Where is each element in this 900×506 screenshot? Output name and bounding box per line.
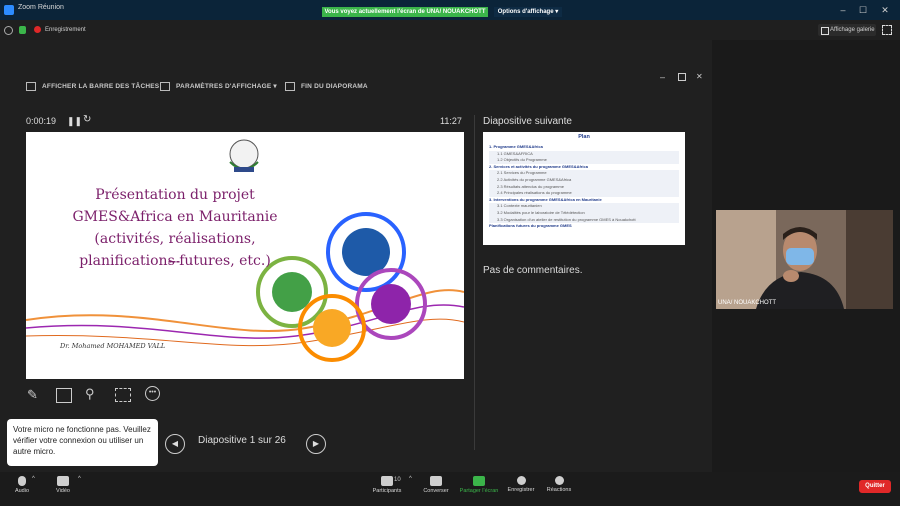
leave-meeting-button[interactable]: Quitter: [859, 480, 891, 493]
plan-item: 2. Services et activités du programme GM…: [489, 163, 588, 169]
next-slide-heading: Plan: [578, 134, 590, 140]
slide-author: Dr. Mohamed MOHAMED VALL: [60, 342, 166, 350]
participant-name: UNA/ NOUAKCHOTT: [718, 300, 777, 306]
meeting-info-strip: Enregistrement Affichage galerie: [0, 20, 900, 40]
plan-item: 1. Programme GMES&Africa: [489, 144, 543, 149]
reactions-label: Réactions: [546, 487, 572, 493]
next-slide-plan-list: 1. Programme GMES&Africa 1.1 GMES&AFRICA 1…: [489, 144, 679, 230]
slide-counter: Diapositive 1 sur 26: [198, 435, 286, 446]
window-title: Zoom Réunion: [18, 4, 64, 11]
university-logo: [229, 139, 259, 172]
minimize-button[interactable]: –: [836, 5, 850, 15]
audio-options-chevron-icon[interactable]: ^: [32, 476, 35, 482]
reactions-icon: [554, 476, 564, 485]
record-icon: [516, 476, 526, 485]
recording-icon: [34, 26, 41, 33]
participants-options-chevron-icon[interactable]: ^: [409, 476, 412, 482]
next-slide-button[interactable]: ▶: [306, 434, 326, 454]
next-slide-preview[interactable]: Plan 1. Programme GMES&Africa 1.1 GMES&AF…: [483, 132, 685, 245]
plan-item: 2.2 Activités du programme GMES&Africa: [489, 176, 679, 184]
participants-label: Participants: [372, 488, 402, 494]
window-title-bar: Zoom Réunion Vous voyez actuellement l'é…: [0, 0, 900, 20]
video-camera-icon: [57, 476, 69, 486]
monitor-icon: [160, 82, 170, 91]
video-label: Vidéo: [56, 488, 70, 494]
chat-icon: [430, 476, 442, 486]
show-taskbar-button[interactable]: AFFICHER LA BARRE DES TÂCHES: [26, 82, 159, 91]
recording-label: Enregistrement: [45, 27, 86, 33]
previous-slide-button[interactable]: ◀: [165, 434, 185, 454]
info-icon[interactable]: [4, 26, 13, 35]
plan-item: 2.1 Services du Programme: [489, 170, 679, 177]
plan-item: 2.3 Résultats attendus du programme: [489, 183, 679, 191]
reset-timer-button[interactable]: ↻: [83, 114, 91, 125]
plan-item: Planifications futures du programme GMES: [489, 223, 572, 229]
view-options-label: Options d'affichage: [497, 9, 554, 15]
share-screen-button[interactable]: Partager l'écran: [457, 476, 501, 494]
more-options-icon[interactable]: •••: [145, 386, 160, 401]
plan-item: 3.1 Contexte mauritanien: [489, 203, 679, 210]
end-slideshow-label: FIN DU DIAPORAMA: [301, 83, 368, 91]
zoom-slide-icon[interactable]: ⚲: [85, 386, 95, 402]
participants-button[interactable]: Participants: [365, 476, 409, 494]
plan-item: 3.2 Modalités pour le laboratoire de Tél…: [489, 209, 679, 217]
display-settings-button[interactable]: PARAMÈTRES D'AFFICHAGE ▾: [160, 82, 277, 91]
security-shield-icon[interactable]: [19, 26, 26, 34]
next-slide-label: Diapositive suivante: [483, 116, 572, 127]
clock: 11:27: [440, 116, 462, 126]
black-screen-icon[interactable]: [115, 388, 131, 402]
plan-item: 1.2 Objectifs du Programme: [489, 157, 679, 164]
zoom-logo-icon: [4, 5, 14, 15]
participants-count: 10: [394, 477, 401, 483]
maximize-button[interactable]: ☐: [856, 5, 870, 16]
elapsed-timer: 0:00:19: [26, 116, 57, 126]
fullscreen-icon[interactable]: [882, 25, 892, 35]
video-options-chevron-icon[interactable]: ^: [78, 476, 81, 482]
plan-item: 3. Interventions du programme GMES&Afric…: [489, 196, 602, 202]
plan-item: 1.1 GMES&AFRICA: [489, 150, 679, 158]
close-button[interactable]: ✕: [878, 5, 892, 16]
speaker-notes: Pas de commentaires.: [483, 265, 583, 276]
screen-share-banner: Vous voyez actuellement l'écran de UNA/ …: [322, 7, 488, 17]
pause-timer-button[interactable]: ❚❚: [67, 116, 82, 127]
mic-warning-toast: Votre micro ne fonctionne pas. Veuillez …: [7, 419, 158, 466]
show-taskbar-label: AFFICHER LA BARRE DES TÂCHES: [42, 83, 160, 91]
audio-button[interactable]: Audio: [0, 476, 44, 494]
current-slide: Présentation du projet GMES&Africa en Ma…: [25, 132, 465, 379]
pen-tool-icon[interactable]: ✎: [27, 387, 38, 403]
gallery-view-label: Affichage galerie: [830, 27, 875, 33]
chat-button[interactable]: Converser: [414, 476, 458, 494]
pv-minimize-button[interactable]: –: [660, 72, 665, 82]
end-slideshow-button[interactable]: FIN DU DIAPORAMA: [285, 82, 368, 91]
plan-item: 2.4 Principales réalisations du programm…: [489, 190, 679, 197]
participant-video[interactable]: UNA/ NOUAKCHOTT: [716, 210, 893, 309]
microphone-icon: [18, 476, 26, 486]
share-screen-label: Partager l'écran: [459, 488, 499, 494]
audio-label: Audio: [14, 488, 30, 494]
end-show-icon: [285, 82, 295, 91]
view-options-button[interactable]: Options d'affichage ▾: [494, 7, 562, 17]
participant-video-frame: [716, 210, 893, 309]
see-all-slides-icon[interactable]: [56, 388, 72, 403]
pv-close-button[interactable]: ✕: [696, 72, 703, 81]
gallery-view-button[interactable]: Affichage galerie: [818, 24, 876, 36]
participants-icon: [381, 476, 393, 486]
panel-divider[interactable]: [474, 115, 475, 450]
plan-item: 3.3 Organisation d'un atelier de restitu…: [489, 216, 679, 224]
taskbar-icon: [26, 82, 36, 91]
slide-dashes: ---: [168, 254, 180, 268]
chat-label: Converser: [423, 488, 449, 494]
pv-restore-button[interactable]: [678, 73, 686, 81]
display-settings-label: PARAMÈTRES D'AFFICHAGE ▾: [176, 83, 277, 91]
share-screen-icon: [473, 476, 485, 486]
grid-icon: [821, 27, 829, 35]
reactions-button[interactable]: Réactions: [537, 476, 581, 493]
